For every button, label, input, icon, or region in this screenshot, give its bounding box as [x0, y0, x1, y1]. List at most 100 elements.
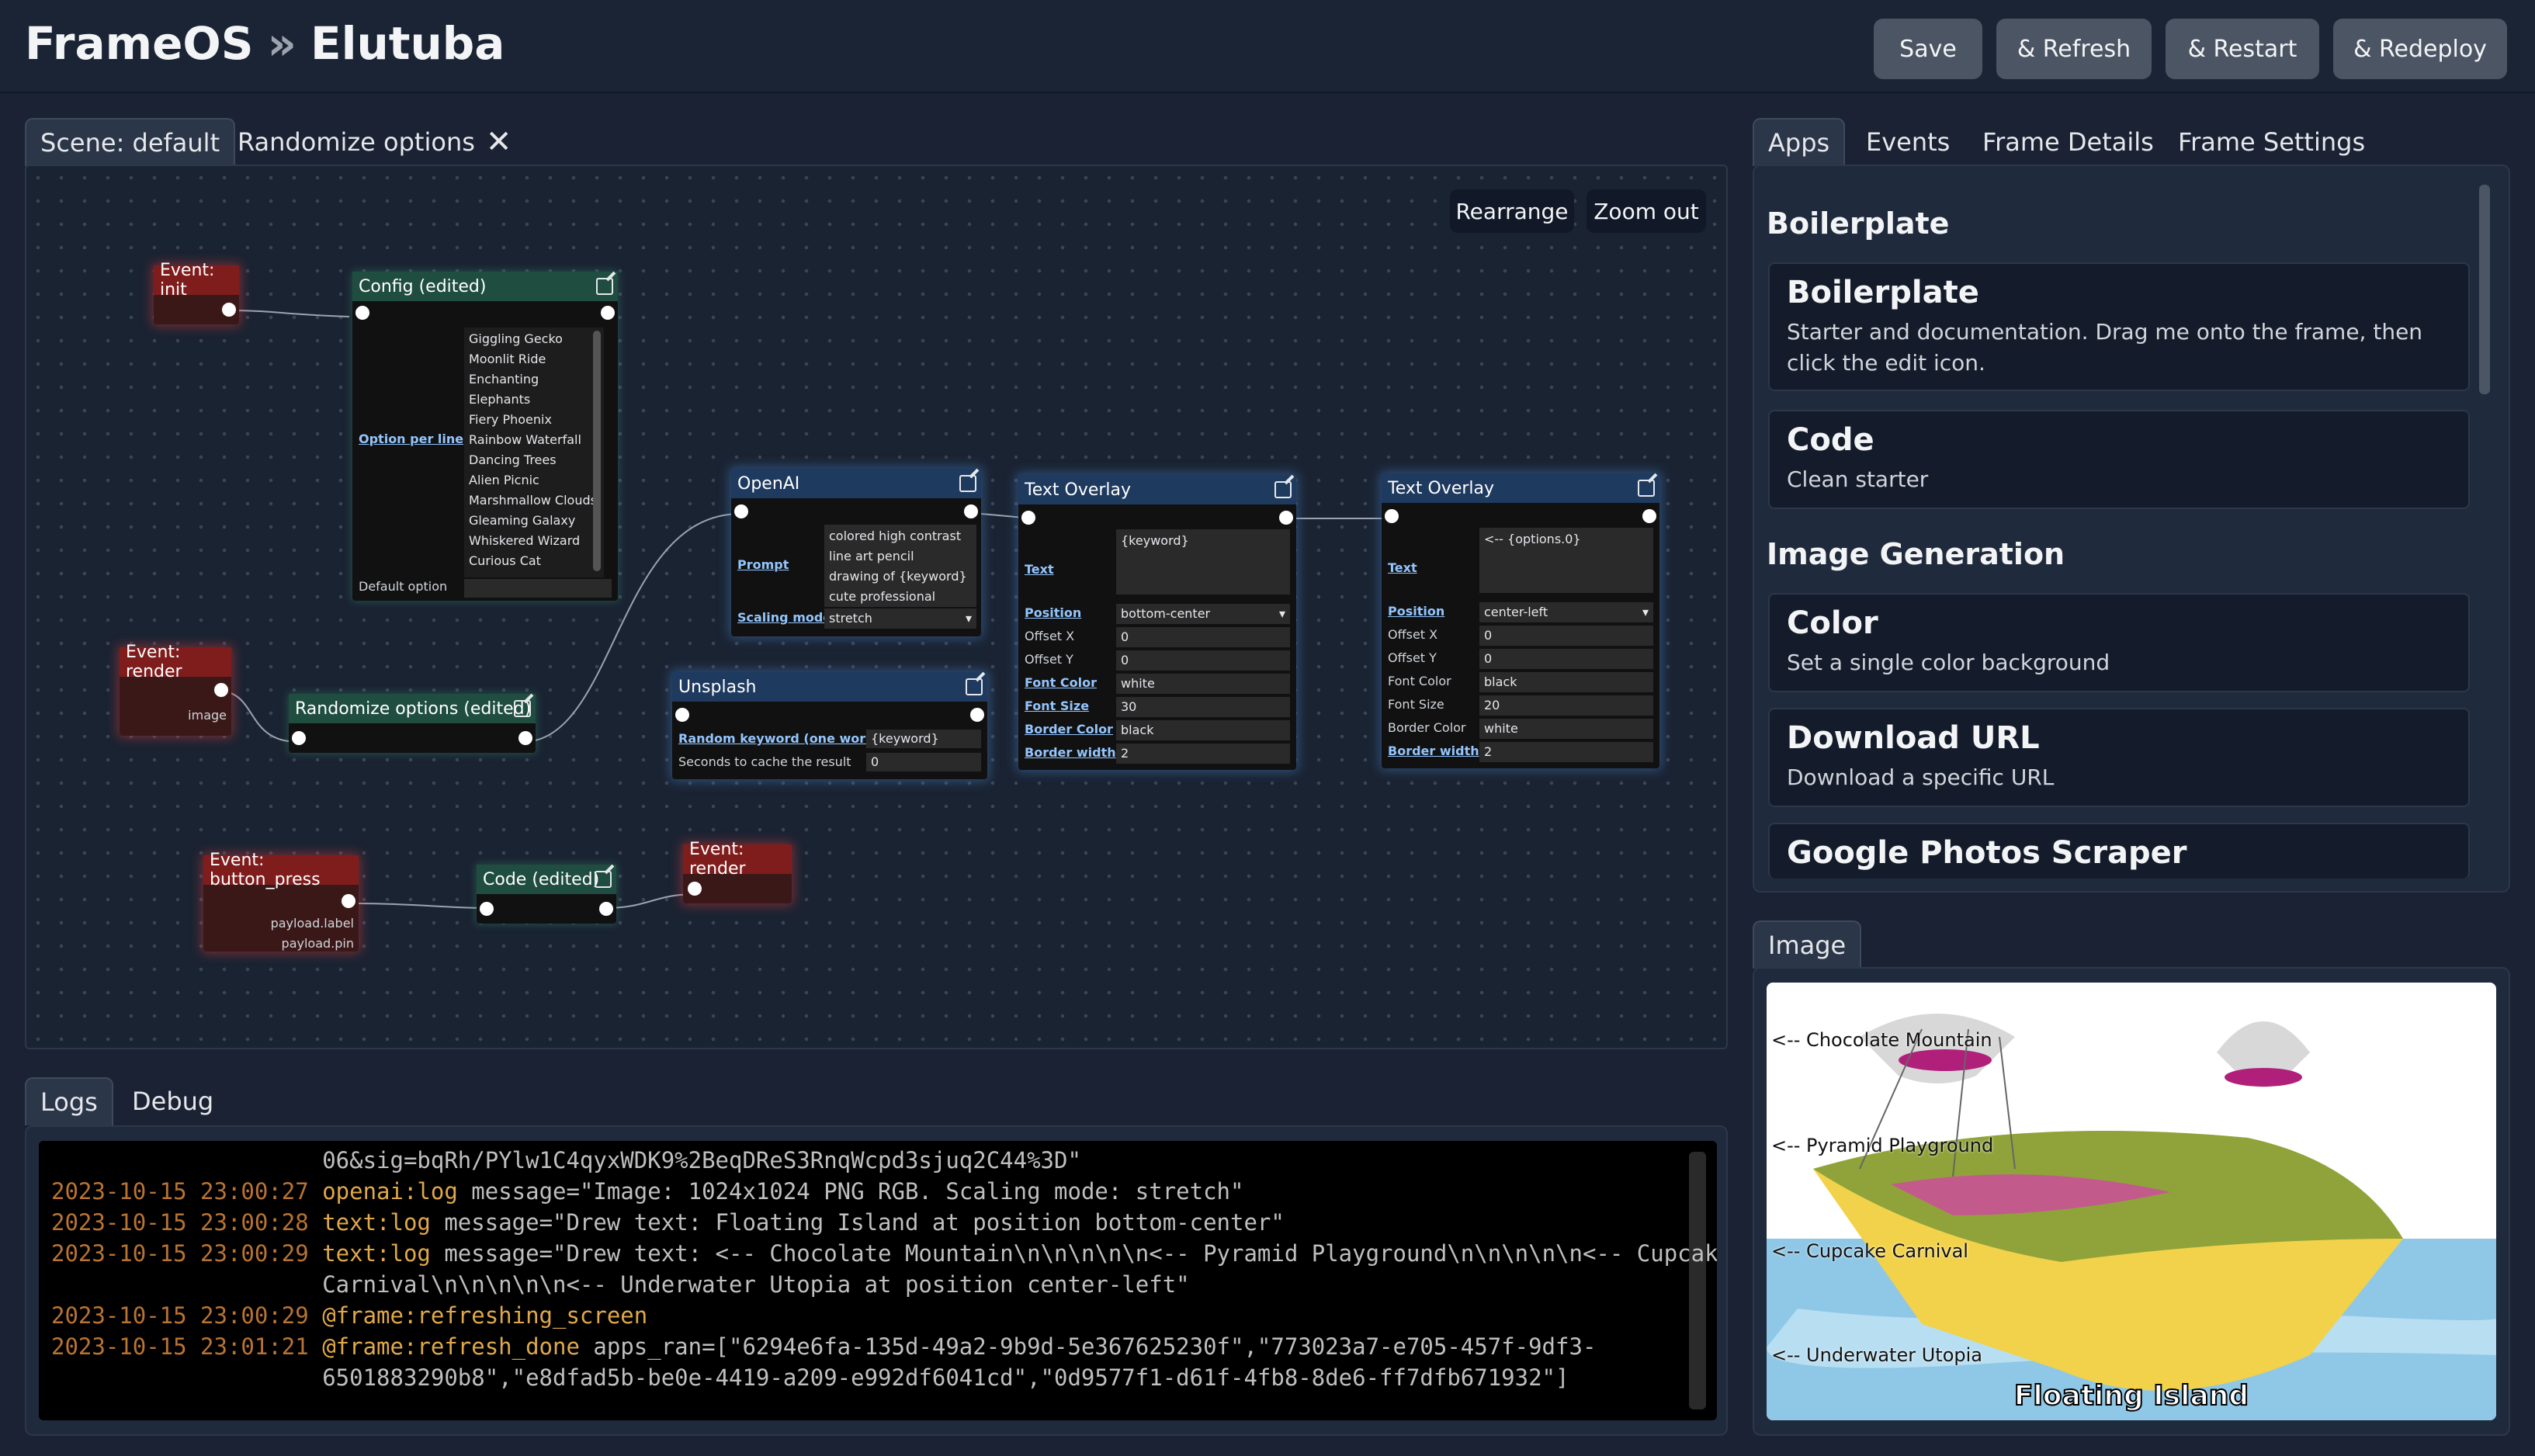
tab-frame-details-label: Frame Details — [1982, 127, 2154, 157]
options-textarea[interactable]: Giggling Gecko Moonlit Ride Enchanting Elep… — [464, 328, 604, 577]
output-handle[interactable] — [214, 683, 228, 697]
node-title: Text Overlay — [1025, 480, 1132, 500]
node-event-init[interactable]: Event: init — [154, 261, 239, 324]
node-unsplash[interactable]: Unsplash Random keyword (one word) {keyw… — [672, 672, 987, 779]
options-scrollbar[interactable] — [593, 331, 601, 571]
offy-input[interactable]: 0 — [1479, 649, 1653, 669]
frame-preview-image: <-- Chocolate Mountain <-- Pyramid Playg… — [1767, 983, 2496, 1420]
edit-icon[interactable] — [1638, 480, 1655, 497]
edit-icon[interactable] — [1274, 481, 1292, 498]
position-input[interactable]: center-left ▾ — [1479, 602, 1653, 622]
edit-icon[interactable] — [959, 475, 976, 492]
image-label-1: <-- Chocolate Mountain — [1771, 1029, 1992, 1051]
close-icon[interactable]: ✕ — [486, 124, 512, 160]
tab-frame-details[interactable]: Frame Details — [1982, 118, 2154, 166]
offx-input[interactable]: 0 — [1116, 627, 1290, 647]
app-card-color[interactable]: Color Set a single color background — [1768, 593, 2470, 692]
tab-randomize-options[interactable]: Randomize options ✕ — [238, 118, 512, 166]
apps-scrollbar[interactable] — [2479, 185, 2490, 394]
offx-input[interactable]: 0 — [1479, 626, 1653, 646]
cache-input[interactable]: 0 — [866, 753, 981, 771]
input-handle[interactable] — [1021, 511, 1035, 525]
input-handle[interactable] — [734, 504, 748, 518]
input-handle[interactable] — [688, 882, 702, 896]
input-handle[interactable] — [675, 708, 689, 722]
text-textarea[interactable]: {keyword} — [1116, 529, 1290, 595]
payload-pin-output: payload.pin — [281, 936, 354, 951]
size-value: 20 — [1484, 698, 1500, 712]
prompt-textarea[interactable]: colored high contrast line art pencil dr… — [824, 525, 976, 607]
bwidth-input[interactable]: 2 — [1116, 744, 1290, 764]
diagram-canvas[interactable]: Rearrange Zoom out Event: init Config (e… — [25, 165, 1728, 1049]
node-event-button-press[interactable]: Event: button_press payload.label payloa… — [203, 851, 359, 952]
log-message: message="Drew text: <-- Chocolate Mounta… — [430, 1240, 1717, 1267]
app-name[interactable]: FrameOS — [25, 17, 254, 70]
app-card-boilerplate[interactable]: Boilerplate Starter and documentation. D… — [1768, 262, 2470, 391]
app-card-google-photos[interactable]: Google Photos Scraper — [1768, 823, 2470, 879]
app-card-code[interactable]: Code Clean starter — [1768, 410, 2470, 509]
tab-events[interactable]: Events — [1866, 118, 1950, 166]
output-handle[interactable] — [599, 902, 613, 916]
input-handle[interactable] — [480, 902, 494, 916]
node-text-overlay-1[interactable]: Text Overlay {keyword} Text Position bottom-… — [1018, 475, 1296, 770]
input-handle[interactable] — [292, 731, 306, 745]
redeploy-button[interactable]: & Redeploy — [2333, 19, 2507, 79]
edit-icon[interactable] — [595, 871, 612, 888]
default-option-input[interactable] — [464, 579, 612, 598]
color-input[interactable]: black — [1479, 672, 1653, 692]
output-handle[interactable] — [342, 894, 355, 908]
option-per-line-label: Option per line — [359, 432, 464, 446]
node-config-title: Config (edited) — [359, 276, 487, 296]
tab-image-label: Image — [1768, 931, 1847, 960]
size-input[interactable]: 20 — [1479, 695, 1653, 716]
tab-image[interactable]: Image — [1753, 920, 1862, 969]
output-handle[interactable] — [964, 504, 978, 518]
restart-button[interactable]: & Restart — [2166, 19, 2319, 79]
node-event-render-2[interactable]: Event: render — [683, 840, 792, 903]
position-input[interactable]: bottom-center ▾ — [1116, 604, 1290, 624]
input-handle[interactable] — [355, 306, 369, 320]
output-handle[interactable] — [518, 731, 532, 745]
bwidth-input[interactable]: 2 — [1479, 742, 1653, 762]
bcolor-input[interactable]: black — [1116, 720, 1290, 740]
node-openai[interactable]: OpenAI Prompt colored high contrast line… — [731, 469, 981, 636]
input-handle[interactable] — [1385, 509, 1399, 523]
log-output[interactable]: 06&sig=bqRh/PYlw1C4qyxWDK9%2BeqDReS3RnqW… — [39, 1141, 1717, 1420]
output-handle[interactable] — [601, 306, 615, 320]
size-input[interactable]: 30 — [1116, 697, 1290, 717]
output-handle[interactable] — [1642, 509, 1656, 523]
color-input[interactable]: white — [1116, 674, 1290, 694]
save-button[interactable]: Save — [1874, 19, 1982, 79]
tab-apps[interactable]: Apps — [1753, 118, 1846, 166]
offy-input[interactable]: 0 — [1116, 650, 1290, 671]
refresh-button[interactable]: & Refresh — [1996, 19, 2152, 79]
tab-logs[interactable]: Logs — [25, 1077, 113, 1125]
tab-scene-default[interactable]: Scene: default — [25, 118, 236, 166]
bcolor-value: white — [1484, 721, 1518, 736]
app-description: Clean starter — [1787, 466, 1929, 492]
app-card-download-url[interactable]: Download URL Download a specific URL — [1768, 708, 2470, 807]
node-randomize-options[interactable]: Randomize options (edited) — [289, 694, 536, 753]
app-title: Download URL — [1787, 720, 2040, 756]
node-text-overlay-2[interactable]: Text Overlay <-- {options.0} Text Position c… — [1382, 473, 1659, 768]
output-handle[interactable] — [1279, 511, 1293, 525]
bcolor-input[interactable]: white — [1479, 719, 1653, 739]
edit-icon[interactable] — [966, 678, 983, 695]
default-option-label: Default option — [359, 579, 448, 594]
edit-icon[interactable] — [596, 278, 613, 295]
text-textarea[interactable]: <-- {options.0} — [1479, 528, 1653, 593]
tab-frame-settings[interactable]: Frame Settings — [2178, 118, 2365, 166]
output-handle[interactable] — [970, 708, 984, 722]
keyword-input[interactable]: {keyword} — [866, 730, 981, 748]
scaling-mode-select[interactable]: stretch ▾ — [824, 608, 976, 629]
tab-apps-label: Apps — [1768, 128, 1830, 158]
option-line: Rainbow Waterfall — [469, 432, 581, 447]
node-event-render[interactable]: Event: render image — [120, 643, 231, 736]
breadcrumb-separator: » — [267, 17, 297, 70]
node-config[interactable]: Config (edited) Giggling Gecko Moonlit Ri… — [352, 272, 618, 601]
edit-icon[interactable] — [514, 700, 531, 717]
log-scrollbar[interactable] — [1689, 1152, 1706, 1409]
node-code[interactable]: Code (edited) — [477, 865, 616, 924]
tab-debug[interactable]: Debug — [132, 1077, 213, 1125]
output-handle[interactable] — [222, 303, 236, 317]
